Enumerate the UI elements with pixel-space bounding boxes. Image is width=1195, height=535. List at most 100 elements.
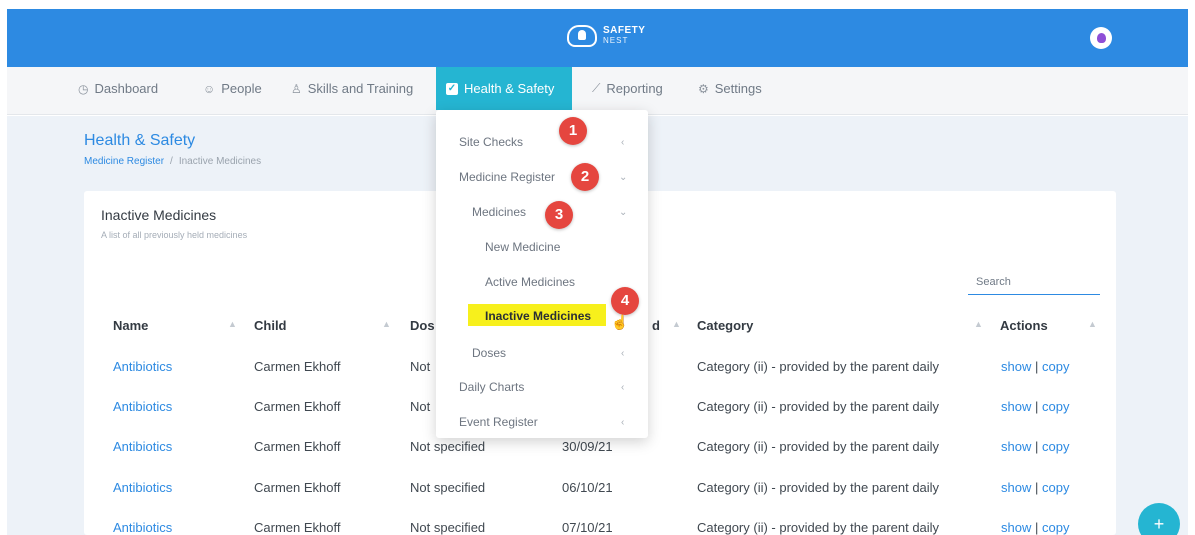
breadcrumb: Medicine Register / Inactive Medicines	[84, 156, 261, 167]
action-separator: |	[1034, 439, 1039, 454]
chevron-left-icon: ‹	[621, 137, 625, 148]
row-actions: show | copy	[1001, 359, 1069, 374]
sort-icon[interactable]: ▲	[1088, 319, 1097, 329]
nav-dashboard-label: Dashboard	[94, 81, 159, 96]
child-name: Carmen Ekhoff	[254, 439, 341, 454]
chevron-left-icon: ‹	[621, 417, 625, 428]
column-header-category[interactable]: Category	[697, 318, 753, 333]
medicine-name-link[interactable]: Antibiotics	[113, 480, 172, 495]
award-icon: ♙	[291, 81, 302, 96]
logo-icon	[567, 25, 597, 47]
show-link[interactable]: show	[1001, 359, 1031, 374]
category: Category (ii) - provided by the parent d…	[697, 359, 940, 374]
medicine-name-link[interactable]: Antibiotics	[113, 520, 172, 535]
menu-item-new-medicine[interactable]: New Medicine	[485, 240, 560, 254]
chevron-left-icon: ‹	[621, 382, 625, 393]
column-header-name[interactable]: Name	[113, 318, 148, 333]
sort-icon[interactable]: ▲	[382, 319, 391, 329]
row-actions: show | copy	[1001, 399, 1069, 414]
menu-item-inactive-medicines[interactable]: Inactive Medicines	[485, 309, 591, 323]
step-badge-2: 2	[571, 163, 599, 191]
dose: Not	[410, 359, 431, 374]
action-separator: |	[1034, 399, 1039, 414]
card-subtitle: A list of all previously held medicines	[101, 230, 248, 240]
logo-text-line2: NEST	[603, 36, 629, 45]
nav-skills-label: Skills and Training	[307, 81, 414, 96]
nav-health-safety[interactable]: ✓ Health & Safety	[436, 67, 572, 110]
copy-link[interactable]: copy	[1042, 520, 1069, 535]
column-header-child[interactable]: Child	[254, 318, 287, 333]
chevron-down-icon: ⌄	[619, 207, 628, 218]
show-link[interactable]: show	[1001, 480, 1031, 495]
medicine-name-link[interactable]: Antibiotics	[113, 439, 172, 454]
date: 07/10/21	[562, 520, 613, 535]
copy-link[interactable]: copy	[1042, 359, 1069, 374]
column-header-date[interactable]: d	[652, 318, 660, 333]
nav-reporting[interactable]: ⟋ Reporting	[592, 67, 663, 110]
menu-item-daily-charts[interactable]: Daily Charts	[459, 380, 524, 394]
checkbox-icon: ✓	[446, 82, 458, 95]
nav-skills-training[interactable]: ♙ Skills and Training	[291, 67, 413, 110]
category: Category (ii) - provided by the parent d…	[697, 480, 940, 495]
menu-item-medicines[interactable]: Medicines	[472, 205, 526, 219]
copy-link[interactable]: copy	[1042, 439, 1069, 454]
row-actions: show | copy	[1001, 480, 1069, 495]
column-header-dose[interactable]: Dos	[410, 318, 435, 333]
page-title: Health & Safety	[84, 132, 196, 149]
search-input[interactable]	[968, 269, 1100, 295]
nav-settings-label: Settings	[714, 81, 762, 96]
breadcrumb-current: Inactive Medicines	[178, 156, 262, 167]
sort-icon[interactable]: ▲	[672, 319, 681, 329]
category: Category (ii) - provided by the parent d…	[697, 399, 940, 414]
people-icon: ☺	[203, 81, 216, 96]
chevron-left-icon: ‹	[621, 348, 625, 359]
show-link[interactable]: show	[1001, 520, 1031, 535]
top-bar: SAFETY NEST	[7, 9, 1188, 67]
step-badge-4: 4	[611, 287, 639, 315]
main-nav: ◷ Dashboard ☺ People ♙ Skills and Traini…	[7, 67, 1188, 115]
dose: Not specified	[410, 439, 486, 454]
date: 06/10/21	[562, 480, 613, 495]
menu-item-medicine-register[interactable]: Medicine Register	[459, 170, 555, 184]
menu-item-doses[interactable]: Doses	[472, 346, 506, 360]
chart-line-icon: ⟋	[592, 81, 601, 95]
action-separator: |	[1034, 359, 1039, 374]
sort-icon[interactable]: ▲	[228, 319, 237, 329]
action-separator: |	[1034, 480, 1039, 495]
breadcrumb-separator: /	[170, 156, 173, 167]
copy-link[interactable]: copy	[1042, 399, 1069, 414]
nav-dashboard[interactable]: ◷ Dashboard	[78, 67, 158, 110]
dose: Not specified	[410, 520, 486, 535]
step-badge-3: 3	[545, 201, 573, 229]
column-header-actions: Actions	[1000, 318, 1048, 333]
nav-people-label: People	[221, 81, 262, 96]
menu-item-active-medicines[interactable]: Active Medicines	[485, 275, 575, 289]
nav-settings[interactable]: ⚙ Settings	[698, 67, 762, 110]
hand-cursor-icon: ☝	[611, 314, 629, 330]
gear-icon: ⚙	[698, 81, 709, 96]
safety-nest-logo[interactable]: SAFETY NEST	[567, 25, 645, 47]
nav-health-label: Health & Safety	[464, 81, 555, 96]
menu-item-site-checks[interactable]: Site Checks	[459, 135, 523, 149]
breadcrumb-medicine-register[interactable]: Medicine Register	[84, 156, 164, 167]
dashboard-icon: ◷	[78, 81, 89, 96]
dose: Not	[410, 399, 431, 414]
nav-people[interactable]: ☺ People	[203, 67, 262, 110]
medicine-name-link[interactable]: Antibiotics	[113, 399, 172, 414]
show-link[interactable]: show	[1001, 439, 1031, 454]
date: 30/09/21	[562, 439, 613, 454]
child-name: Carmen Ekhoff	[254, 480, 341, 495]
logo-text-line1: SAFETY	[603, 25, 646, 36]
sort-icon[interactable]: ▲	[974, 319, 983, 329]
copy-link[interactable]: copy	[1042, 480, 1069, 495]
child-name: Carmen Ekhoff	[254, 520, 341, 535]
action-separator: |	[1034, 520, 1039, 535]
row-actions: show | copy	[1001, 439, 1069, 454]
menu-item-event-register[interactable]: Event Register	[459, 415, 538, 429]
user-avatar[interactable]	[1090, 27, 1112, 49]
category: Category (ii) - provided by the parent d…	[697, 439, 940, 454]
show-link[interactable]: show	[1001, 399, 1031, 414]
medicine-name-link[interactable]: Antibiotics	[113, 359, 172, 374]
dose: Not specified	[410, 480, 486, 495]
nav-reporting-label: Reporting	[606, 81, 663, 96]
